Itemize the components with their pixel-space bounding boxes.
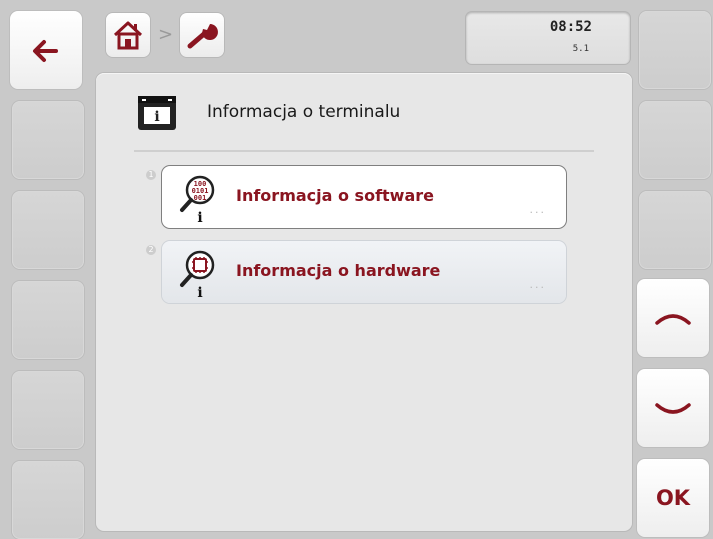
software-info-icon: 100 0101 001 i bbox=[180, 175, 215, 224]
home-icon bbox=[113, 21, 143, 50]
svg-text:i: i bbox=[197, 285, 202, 299]
softkey-left-5[interactable] bbox=[12, 371, 84, 449]
list-item-hardware-info[interactable]: i Informacja o hardware ... bbox=[162, 241, 566, 303]
softkey-right-1[interactable] bbox=[639, 11, 711, 89]
version-label: 5.1 bbox=[572, 44, 589, 54]
svg-text:i: i bbox=[154, 109, 159, 125]
softkey-left-2[interactable] bbox=[12, 101, 84, 179]
back-button[interactable] bbox=[10, 11, 82, 89]
hardware-info-icon: i bbox=[180, 250, 215, 299]
svg-text:001: 001 bbox=[194, 194, 207, 202]
back-arrow-icon bbox=[33, 40, 58, 62]
more-indicator: ... bbox=[529, 203, 546, 216]
more-indicator: ... bbox=[529, 278, 546, 291]
terminal-info-icon: i bbox=[138, 96, 176, 130]
breadcrumb-settings[interactable] bbox=[180, 13, 224, 57]
page-title: Informacja o terminalu bbox=[207, 102, 401, 122]
breadcrumb-home[interactable] bbox=[106, 13, 150, 57]
item-number: 2 bbox=[146, 245, 156, 255]
list-item-software-info[interactable]: 100 0101 001 i Informacja o software ... bbox=[162, 166, 566, 228]
item-number: 1 bbox=[146, 170, 156, 180]
ok-button[interactable]: OK bbox=[637, 459, 709, 537]
title-divider bbox=[134, 150, 594, 152]
breadcrumb-separator: > bbox=[158, 24, 174, 45]
chevron-up-icon bbox=[655, 314, 691, 325]
ok-label: OK bbox=[655, 486, 691, 510]
softkey-left-3[interactable] bbox=[12, 191, 84, 269]
scroll-down-button[interactable] bbox=[637, 369, 709, 447]
svg-text:i: i bbox=[197, 210, 202, 224]
list-item-label: Informacja o software bbox=[236, 186, 434, 205]
softkey-right-2[interactable] bbox=[639, 101, 711, 179]
clock-time: 08:52 bbox=[549, 19, 592, 35]
softkey-left-4[interactable] bbox=[12, 281, 84, 359]
wrench-icon bbox=[187, 24, 218, 49]
scroll-up-button[interactable] bbox=[637, 279, 709, 357]
softkey-right-3[interactable] bbox=[639, 191, 711, 269]
list-item-label: Informacja o hardware bbox=[236, 261, 441, 280]
status-clock: 08:52 5.1 bbox=[466, 12, 630, 64]
chevron-down-icon bbox=[655, 403, 691, 414]
softkey-left-6[interactable] bbox=[12, 461, 84, 539]
